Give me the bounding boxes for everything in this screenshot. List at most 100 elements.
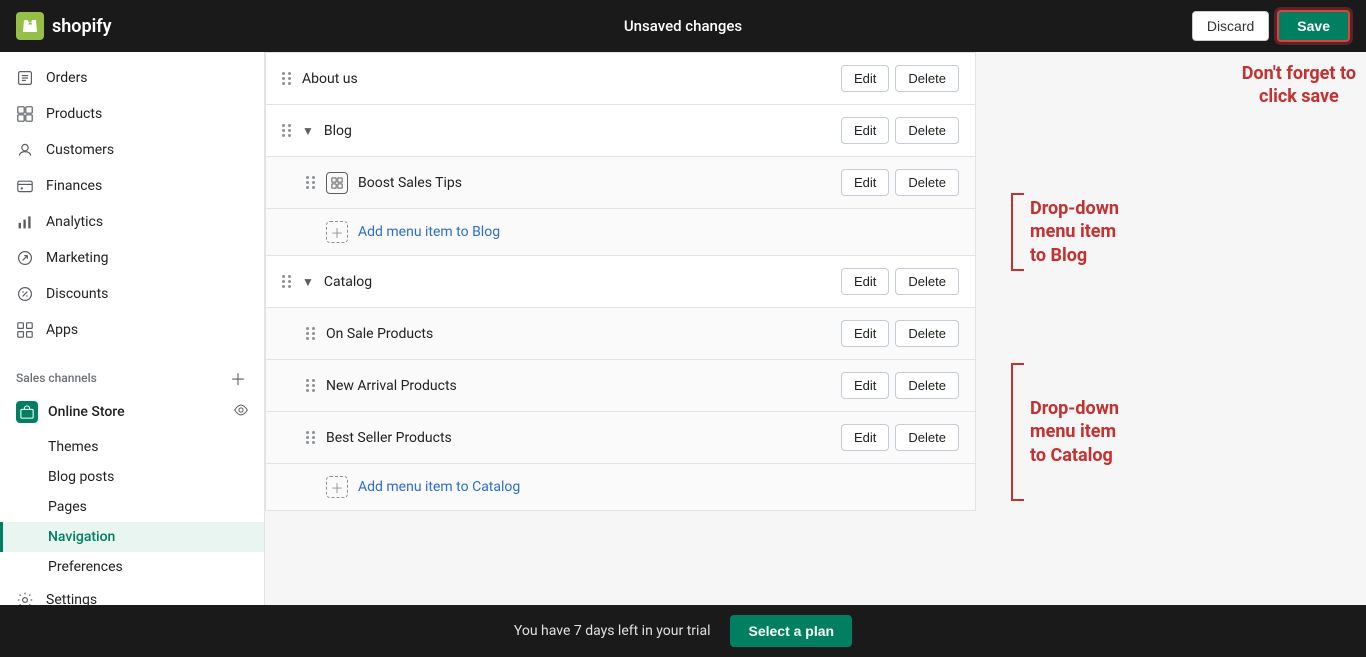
save-reminder-annotation: Don't forget toclick save xyxy=(1242,62,1356,109)
discard-button[interactable]: Discard xyxy=(1192,11,1269,41)
delete-new-arrival-button[interactable]: Delete xyxy=(895,372,959,399)
blog-arrow-icon: ▼ xyxy=(302,124,314,138)
drag-handle-boost-sales[interactable] xyxy=(306,176,316,189)
delete-catalog-button[interactable]: Delete xyxy=(895,268,959,295)
settings-icon xyxy=(16,591,34,605)
boost-sales-item-icon xyxy=(326,172,348,194)
sidebar-item-orders[interactable]: Orders xyxy=(0,60,264,96)
catalog-arrow-icon: ▼ xyxy=(302,275,314,289)
add-channel-icon[interactable]: ＋ xyxy=(228,368,248,388)
menu-item-boost-sales: Boost Sales Tips xyxy=(358,175,831,191)
menu-actions-on-sale: Edit Delete xyxy=(841,320,959,347)
finances-label: Finances xyxy=(46,178,102,194)
blog-bracket-icon xyxy=(1006,192,1026,272)
menu-item-catalog: Catalog xyxy=(324,274,831,290)
add-catalog-item-icon: ＋ xyxy=(326,476,348,498)
save-button[interactable]: Save xyxy=(1277,10,1350,42)
finances-icon xyxy=(16,177,34,195)
sidebar-item-discounts[interactable]: Discounts xyxy=(0,276,264,312)
orders-label: Orders xyxy=(46,70,88,86)
sidebar-item-themes[interactable]: Themes xyxy=(0,432,264,462)
menu-row-add-to-catalog[interactable]: ＋ Add menu item to Catalog xyxy=(266,464,975,510)
drag-handle-catalog[interactable] xyxy=(282,275,292,288)
edit-about-us-button[interactable]: Edit xyxy=(841,65,889,92)
sidebar-item-finances[interactable]: Finances xyxy=(0,168,264,204)
delete-blog-button[interactable]: Delete xyxy=(895,117,959,144)
menu-actions-catalog: Edit Delete xyxy=(841,268,959,295)
sidebar-item-marketing[interactable]: Marketing xyxy=(0,240,264,276)
discounts-icon xyxy=(16,285,34,303)
menu-row-add-to-blog[interactable]: ＋ Add menu item to Blog xyxy=(266,209,975,256)
menu-list: About us Edit Delete ▼ Blog Edit Del xyxy=(265,52,976,511)
annotation-panel: Don't forget toclick save Drop-downmenu … xyxy=(976,52,1366,605)
edit-catalog-button[interactable]: Edit xyxy=(841,268,889,295)
bottom-bar: You have 7 days left in your trial Selec… xyxy=(0,605,1366,657)
apps-icon xyxy=(16,321,34,339)
save-reminder-text: Don't forget toclick save xyxy=(1242,62,1356,109)
online-store-icon xyxy=(16,401,38,423)
delete-on-sale-button[interactable]: Delete xyxy=(895,320,959,347)
edit-on-sale-button[interactable]: Edit xyxy=(841,320,889,347)
analytics-icon xyxy=(16,213,34,231)
select-plan-button[interactable]: Select a plan xyxy=(730,615,852,647)
menu-item-on-sale: On Sale Products xyxy=(326,326,831,342)
drag-handle-new-arrival[interactable] xyxy=(306,379,316,392)
menu-actions-blog: Edit Delete xyxy=(841,117,959,144)
eye-icon xyxy=(234,403,248,421)
settings-label: Settings xyxy=(46,592,97,605)
main-nav: Orders Products Customers Finances xyxy=(0,52,264,356)
page-title: Unsaved changes xyxy=(624,17,742,35)
edit-best-seller-button[interactable]: Edit xyxy=(841,424,889,451)
menu-row-boost-sales: Boost Sales Tips Edit Delete xyxy=(266,157,975,209)
menu-actions-new-arrival: Edit Delete xyxy=(841,372,959,399)
sidebar-item-pages[interactable]: Pages xyxy=(0,492,264,522)
delete-boost-sales-button[interactable]: Delete xyxy=(895,169,959,196)
analytics-label: Analytics xyxy=(46,214,103,230)
drag-handle-best-seller[interactable] xyxy=(306,431,316,444)
discounts-label: Discounts xyxy=(46,286,108,302)
topbar: shopify Unsaved changes Discard Save xyxy=(0,0,1366,52)
menu-actions-boost-sales: Edit Delete xyxy=(841,169,959,196)
menu-row-catalog: ▼ Catalog Edit Delete xyxy=(266,256,975,308)
marketing-icon xyxy=(16,249,34,267)
drag-handle-about-us[interactable] xyxy=(282,72,292,85)
sidebar-item-analytics[interactable]: Analytics xyxy=(0,204,264,240)
edit-new-arrival-button[interactable]: Edit xyxy=(841,372,889,399)
catalog-bracket-icon xyxy=(1006,362,1026,502)
sales-channels-section: Sales channels ＋ xyxy=(0,356,264,392)
trial-text: You have 7 days left in your trial xyxy=(514,623,711,639)
logo[interactable]: shopify xyxy=(16,12,112,40)
add-catalog-item-label[interactable]: Add menu item to Catalog xyxy=(358,479,959,495)
orders-icon xyxy=(16,69,34,87)
topbar-actions: Discard Save xyxy=(1192,10,1350,42)
add-blog-item-icon: ＋ xyxy=(326,221,348,243)
sidebar-item-preferences[interactable]: Preferences xyxy=(0,552,264,582)
catalog-dropdown-annotation: Drop-downmenu itemto Catalog xyxy=(1006,362,1119,502)
sidebar-item-blog-posts[interactable]: Blog posts xyxy=(0,462,264,492)
edit-blog-button[interactable]: Edit xyxy=(841,117,889,144)
customers-label: Customers xyxy=(46,142,114,158)
menu-item-blog: Blog xyxy=(324,123,831,139)
sales-channels-label: Sales channels xyxy=(16,371,97,385)
menu-item-best-seller: Best Seller Products xyxy=(326,430,831,446)
sidebar: Orders Products Customers Finances xyxy=(0,52,265,605)
menu-item-about-us: About us xyxy=(302,71,831,87)
menu-row-best-seller: Best Seller Products Edit Delete xyxy=(266,412,975,464)
delete-about-us-button[interactable]: Delete xyxy=(895,65,959,92)
sidebar-item-online-store[interactable]: Online Store xyxy=(0,392,264,432)
menu-actions-about-us: Edit Delete xyxy=(841,65,959,92)
menu-row-about-us: About us Edit Delete xyxy=(266,53,975,105)
drag-handle-on-sale[interactable] xyxy=(306,327,316,340)
customers-icon xyxy=(16,141,34,159)
edit-boost-sales-button[interactable]: Edit xyxy=(841,169,889,196)
add-blog-item-label[interactable]: Add menu item to Blog xyxy=(358,224,959,240)
sidebar-item-navigation[interactable]: Navigation xyxy=(0,522,264,552)
sidebar-item-settings[interactable]: Settings xyxy=(0,582,264,605)
delete-best-seller-button[interactable]: Delete xyxy=(895,424,959,451)
drag-handle-blog[interactable] xyxy=(282,124,292,137)
marketing-label: Marketing xyxy=(46,250,109,266)
sidebar-item-products[interactable]: Products xyxy=(0,96,264,132)
sidebar-item-customers[interactable]: Customers xyxy=(0,132,264,168)
menu-row-blog: ▼ Blog Edit Delete xyxy=(266,105,975,157)
sidebar-item-apps[interactable]: Apps xyxy=(0,312,264,348)
